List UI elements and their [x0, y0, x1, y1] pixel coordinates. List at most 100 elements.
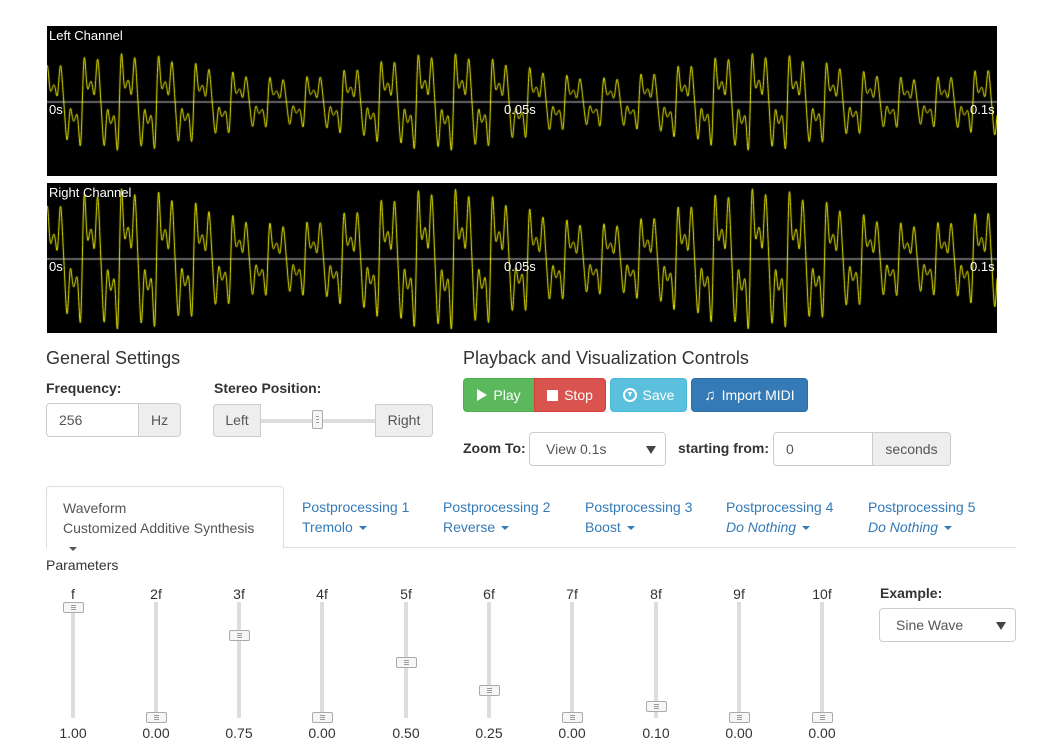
harmonic-slider-value: 0.10: [642, 725, 670, 741]
harmonic-slider-track: [820, 602, 824, 718]
harmonic-slider-label: 9f: [733, 586, 745, 602]
harmonic-slider-handle[interactable]: [562, 712, 583, 723]
starting-from-label: starting from:: [678, 440, 769, 456]
import-midi-button[interactable]: ♫ Import MIDI: [691, 378, 808, 412]
playback-controls-title: Playback and Visualization Controls: [463, 348, 749, 368]
harmonic-slider-track: [570, 602, 574, 718]
harmonic-slider-value: 0.00: [558, 725, 586, 741]
left-channel-waveform: [47, 26, 997, 176]
tab-postprocessing-5-value: Do Nothing: [868, 519, 939, 535]
stereo-position-label: Stereo Position:: [214, 380, 322, 396]
harmonic-slider-handle[interactable]: [729, 712, 750, 723]
harmonic-slider-handle[interactable]: [812, 712, 833, 723]
stereo-slider[interactable]: [261, 404, 375, 437]
harmonic-slider[interactable]: 5f 0.50: [386, 586, 426, 746]
stereo-right-addon: Right: [375, 404, 433, 437]
save-button-label: Save: [642, 387, 675, 403]
harmonic-slider[interactable]: 2f 0.00: [136, 586, 176, 746]
example-label: Example:: [880, 585, 943, 601]
tab-postprocessing-3[interactable]: Postprocessing 3 Boost: [569, 486, 708, 548]
save-button[interactable]: Save: [610, 378, 687, 412]
frequency-input[interactable]: 256: [46, 403, 139, 437]
tab-postprocessing-3-value: Boost: [585, 519, 621, 535]
download-icon: [622, 388, 637, 402]
frequency-unit: Hz: [139, 403, 182, 437]
harmonic-slider-track: [237, 602, 241, 718]
harmonic-slider-track: [737, 602, 741, 718]
tab-postprocessing-3-title: Postprocessing 3: [585, 499, 693, 515]
tab-postprocessing-1[interactable]: Postprocessing 1 Tremolo: [286, 486, 425, 548]
harmonic-slider-label: 2f: [150, 586, 162, 602]
harmonic-slider-label: 8f: [650, 586, 662, 602]
caret-down-icon: [69, 547, 77, 552]
harmonic-slider[interactable]: 9f 0.00: [719, 586, 759, 746]
caret-down-icon: [358, 526, 367, 531]
tab-waveform[interactable]: Waveform Customized Additive Synthesis: [46, 486, 284, 552]
harmonic-slider-handle[interactable]: [229, 629, 250, 641]
parameters-title: Parameters: [46, 557, 119, 573]
harmonic-slider-handle[interactable]: [312, 712, 333, 723]
harmonic-slider[interactable]: 7f 0.00: [552, 586, 592, 746]
caret-down-icon: [501, 526, 510, 531]
harmonic-slider-label: 6f: [483, 586, 495, 602]
harmonic-slider[interactable]: 10f 0.00: [802, 586, 842, 746]
tab-postprocessing-1-value: Tremolo: [302, 519, 353, 535]
left-tick-start: 0s: [49, 102, 63, 117]
tab-waveform-value: Customized Additive Synthesis: [63, 520, 255, 536]
harmonic-slider-handle[interactable]: [63, 602, 84, 613]
left-channel-scope: Left Channel 0s 0.05s 0.1s: [47, 26, 997, 176]
play-button[interactable]: Play: [463, 378, 535, 412]
zoom-select[interactable]: View 0.1s: [529, 432, 666, 466]
harmonic-slider-value: 0.00: [808, 725, 836, 741]
left-tick-end: 0.1s: [970, 102, 995, 117]
caret-down-icon: [626, 526, 635, 531]
stop-icon: [547, 389, 559, 401]
right-channel-scope: Right Channel 0s 0.05s 0.1s: [47, 183, 997, 333]
harmonic-slider[interactable]: 4f 0.00: [302, 586, 342, 746]
example-select[interactable]: Sine Wave: [879, 608, 1016, 642]
harmonic-slider-value: 0.00: [725, 725, 753, 741]
harmonic-slider-track: [154, 602, 158, 718]
tab-postprocessing-2-title: Postprocessing 2: [443, 499, 551, 515]
chevron-down-icon: [996, 622, 1006, 630]
harmonic-slider-track: [320, 602, 324, 718]
left-tick-mid: 0.05s: [504, 102, 536, 117]
harmonic-slider-label: 5f: [400, 586, 412, 602]
tab-postprocessing-2[interactable]: Postprocessing 2 Reverse: [427, 486, 566, 548]
left-channel-label: Left Channel: [49, 28, 123, 43]
harmonic-slider-handle[interactable]: [646, 701, 667, 712]
harmonic-slider[interactable]: 6f 0.25: [469, 586, 509, 746]
zoom-label: Zoom To:: [463, 440, 526, 456]
harmonic-slider-handle[interactable]: [146, 712, 167, 723]
right-channel-label: Right Channel: [49, 185, 132, 200]
stereo-slider-handle[interactable]: [312, 410, 323, 429]
caret-down-icon: [802, 526, 811, 531]
starting-from-unit: seconds: [873, 432, 951, 466]
harmonic-slider-value: 0.25: [475, 725, 503, 741]
stereo-position-control: Left Right: [213, 404, 433, 437]
tab-postprocessing-5[interactable]: Postprocessing 5 Do Nothing: [852, 486, 991, 548]
harmonic-slider-label: 7f: [566, 586, 578, 602]
harmonic-slider-label: 3f: [233, 586, 245, 602]
starting-from-input[interactable]: 0: [773, 432, 873, 466]
tab-postprocessing-4-title: Postprocessing 4: [726, 499, 834, 515]
stereo-left-addon: Left: [213, 404, 261, 437]
harmonic-slider[interactable]: 3f 0.75: [219, 586, 259, 746]
tab-postprocessing-2-value: Reverse: [443, 519, 496, 535]
tab-waveform-title: Waveform: [63, 500, 127, 516]
harmonic-slider-value: 0.75: [225, 725, 253, 741]
harmonic-slider-handle[interactable]: [479, 684, 500, 696]
play-icon: [477, 389, 488, 401]
harmonic-slider-label: f: [71, 586, 75, 602]
harmonic-slider-value: 0.00: [142, 725, 170, 741]
tab-postprocessing-4[interactable]: Postprocessing 4 Do Nothing: [710, 486, 849, 548]
harmonic-slider-handle[interactable]: [396, 657, 417, 668]
zoom-select-value: View 0.1s: [546, 441, 607, 457]
harmonic-slider-label: 4f: [316, 586, 328, 602]
tab-postprocessing-1-title: Postprocessing 1: [302, 499, 410, 515]
stop-button[interactable]: Stop: [534, 378, 606, 412]
harmonic-slider-value: 0.50: [392, 725, 420, 741]
harmonic-slider[interactable]: 8f 0.10: [636, 586, 676, 746]
harmonic-slider[interactable]: f 1.00: [53, 586, 93, 746]
tab-postprocessing-4-value: Do Nothing: [726, 519, 797, 535]
